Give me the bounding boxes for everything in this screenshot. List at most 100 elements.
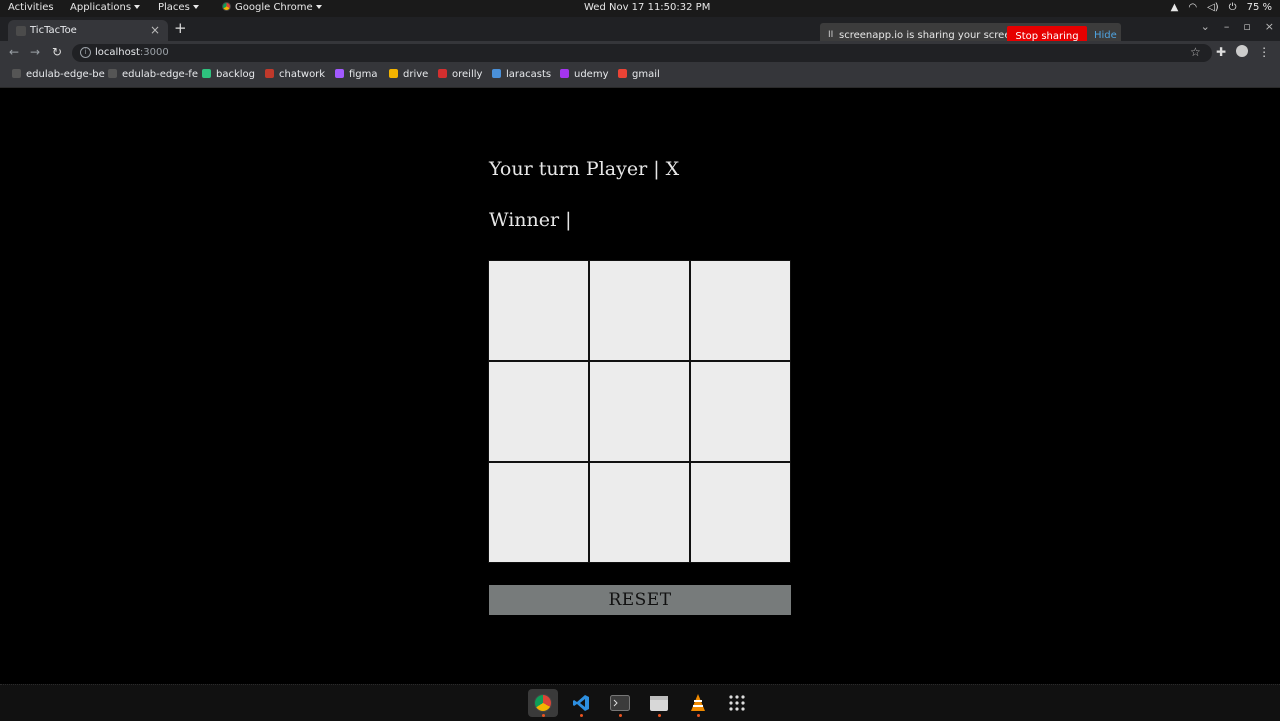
- toolbar-icons: ✚ ⋮: [1216, 45, 1270, 59]
- tab-search-icon[interactable]: ⌄: [1201, 20, 1210, 33]
- vlc-tray-icon[interactable]: ▲: [1171, 2, 1179, 13]
- bookmark-label: figma: [349, 69, 378, 80]
- chevron-down-icon: [134, 5, 141, 9]
- bookmark-favicon-icon: [335, 69, 344, 78]
- url-host: localhost: [95, 47, 140, 58]
- chevron-down-icon: [315, 5, 322, 9]
- dock-files[interactable]: [644, 689, 674, 717]
- bookmark-figma[interactable]: figma: [335, 69, 378, 80]
- url-text[interactable]: localhost:3000: [95, 47, 169, 58]
- terminal-icon: [610, 695, 630, 711]
- bookmark-favicon-icon: [618, 69, 627, 78]
- extensions-icon[interactable]: ✚: [1216, 45, 1226, 59]
- dock: [0, 684, 1280, 721]
- close-window-icon[interactable]: ×: [1265, 20, 1274, 33]
- dock-app-grid[interactable]: [722, 689, 752, 717]
- board-cell[interactable]: [489, 261, 588, 360]
- bookmark-label: udemy: [574, 69, 609, 80]
- bookmarks-bar: edulab-edge-be edulab-edge-fe backlog ch…: [0, 65, 1280, 88]
- reload-icon[interactable]: ↻: [52, 45, 62, 59]
- bookmark-laracasts[interactable]: laracasts: [492, 69, 551, 80]
- applications-label: Applications: [70, 2, 132, 13]
- close-tab-icon[interactable]: ×: [150, 23, 160, 37]
- bookmark-label: laracasts: [506, 69, 552, 80]
- bookmark-drive[interactable]: drive: [389, 69, 428, 80]
- board-cell[interactable]: [691, 463, 790, 562]
- tab-tictactoe[interactable]: TicTacToe ×: [8, 20, 168, 41]
- chrome-icon: [534, 694, 552, 712]
- maximize-icon[interactable]: ▫: [1243, 20, 1250, 33]
- browser-toolbar: ← → ↻ i localhost:3000 ☆ ✚ ⋮: [0, 41, 1280, 65]
- hide-banner-link[interactable]: Hide: [1094, 30, 1117, 41]
- menu-kebab-icon[interactable]: ⋮: [1258, 45, 1270, 59]
- bookmark-star-icon[interactable]: ☆: [1190, 45, 1201, 59]
- app-menu[interactable]: Google Chrome: [222, 2, 322, 13]
- bookmark-udemy[interactable]: udemy: [560, 69, 609, 80]
- window-controls: ⌄ – ▫ ×: [1201, 20, 1274, 33]
- dock-vlc[interactable]: [683, 689, 713, 717]
- bookmark-favicon-icon: [560, 69, 569, 78]
- running-indicator: [658, 714, 661, 717]
- bookmark-edulab-edge-fe[interactable]: edulab-edge-fe: [108, 69, 198, 80]
- board-cell[interactable]: [489, 463, 588, 562]
- bookmark-favicon-icon: [265, 69, 274, 78]
- board-cell[interactable]: [691, 261, 790, 360]
- reset-button[interactable]: RESET: [489, 585, 791, 615]
- tab-title: TicTacToe: [30, 25, 77, 36]
- bookmark-favicon-icon: [108, 69, 117, 78]
- bookmark-gmail[interactable]: gmail: [618, 69, 660, 80]
- bookmark-favicon-icon: [492, 69, 501, 78]
- places-label: Places: [158, 2, 190, 13]
- back-icon[interactable]: ←: [9, 45, 19, 59]
- pause-icon: II: [828, 30, 834, 40]
- forward-icon[interactable]: →: [30, 45, 40, 59]
- clock[interactable]: Wed Nov 17 11:50:32 PM: [584, 2, 710, 13]
- bookmark-oreilly[interactable]: oreilly: [438, 69, 482, 80]
- address-bar[interactable]: i localhost:3000: [72, 44, 1212, 62]
- running-indicator: [580, 714, 583, 717]
- dock-vscode[interactable]: [566, 689, 596, 717]
- bookmark-backlog[interactable]: backlog: [202, 69, 255, 80]
- bookmark-favicon-icon: [438, 69, 447, 78]
- profile-avatar-icon[interactable]: [1236, 45, 1249, 57]
- app-grid-icon: [729, 695, 745, 711]
- places-menu[interactable]: Places: [158, 2, 199, 13]
- bookmark-label: oreilly: [452, 69, 483, 80]
- running-indicator: [542, 714, 545, 717]
- vlc-icon: [691, 694, 705, 711]
- bookmark-edulab-edge-be[interactable]: edulab-edge-be: [12, 69, 105, 80]
- volume-icon: ◁): [1207, 2, 1219, 13]
- applications-menu[interactable]: Applications: [70, 2, 141, 13]
- system-top-bar: Activities Applications Places Google Ch…: [0, 0, 1280, 17]
- favicon-icon: [16, 26, 26, 36]
- bookmark-label: gmail: [632, 69, 660, 80]
- board-cell[interactable]: [590, 261, 689, 360]
- activities-button[interactable]: Activities: [8, 2, 54, 13]
- minimize-icon[interactable]: –: [1224, 20, 1230, 33]
- battery-level: 75 %: [1246, 2, 1272, 13]
- info-icon[interactable]: i: [80, 47, 91, 58]
- board-cell[interactable]: [489, 362, 588, 461]
- bookmark-favicon-icon: [389, 69, 398, 78]
- bookmark-label: edulab-edge-fe: [122, 69, 198, 80]
- bookmark-chatwork[interactable]: chatwork: [265, 69, 325, 80]
- board-cell[interactable]: [691, 362, 790, 461]
- board-cell[interactable]: [590, 463, 689, 562]
- system-tray[interactable]: ▲ ◠ ◁) ⏻ 75 %: [1171, 2, 1272, 13]
- board-cell[interactable]: [590, 362, 689, 461]
- dock-terminal[interactable]: [605, 689, 635, 717]
- chevron-down-icon: [192, 5, 199, 9]
- share-message: screenapp.io is sharing your screen.: [839, 30, 1021, 41]
- turn-indicator: Your turn Player | X: [489, 158, 680, 180]
- running-indicator: [697, 714, 700, 717]
- app-menu-label: Google Chrome: [235, 2, 313, 13]
- bookmark-favicon-icon: [202, 69, 211, 78]
- dock-chrome[interactable]: [528, 689, 558, 717]
- power-icon: ⏻: [1228, 2, 1237, 13]
- bookmark-label: backlog: [216, 69, 256, 80]
- new-tab-button[interactable]: +: [174, 19, 187, 37]
- bookmark-favicon-icon: [12, 69, 21, 78]
- page-content: Your turn Player | X Winner | RESET: [0, 88, 1280, 684]
- bookmark-label: edulab-edge-be: [26, 69, 105, 80]
- wifi-icon: ◠: [1188, 2, 1198, 13]
